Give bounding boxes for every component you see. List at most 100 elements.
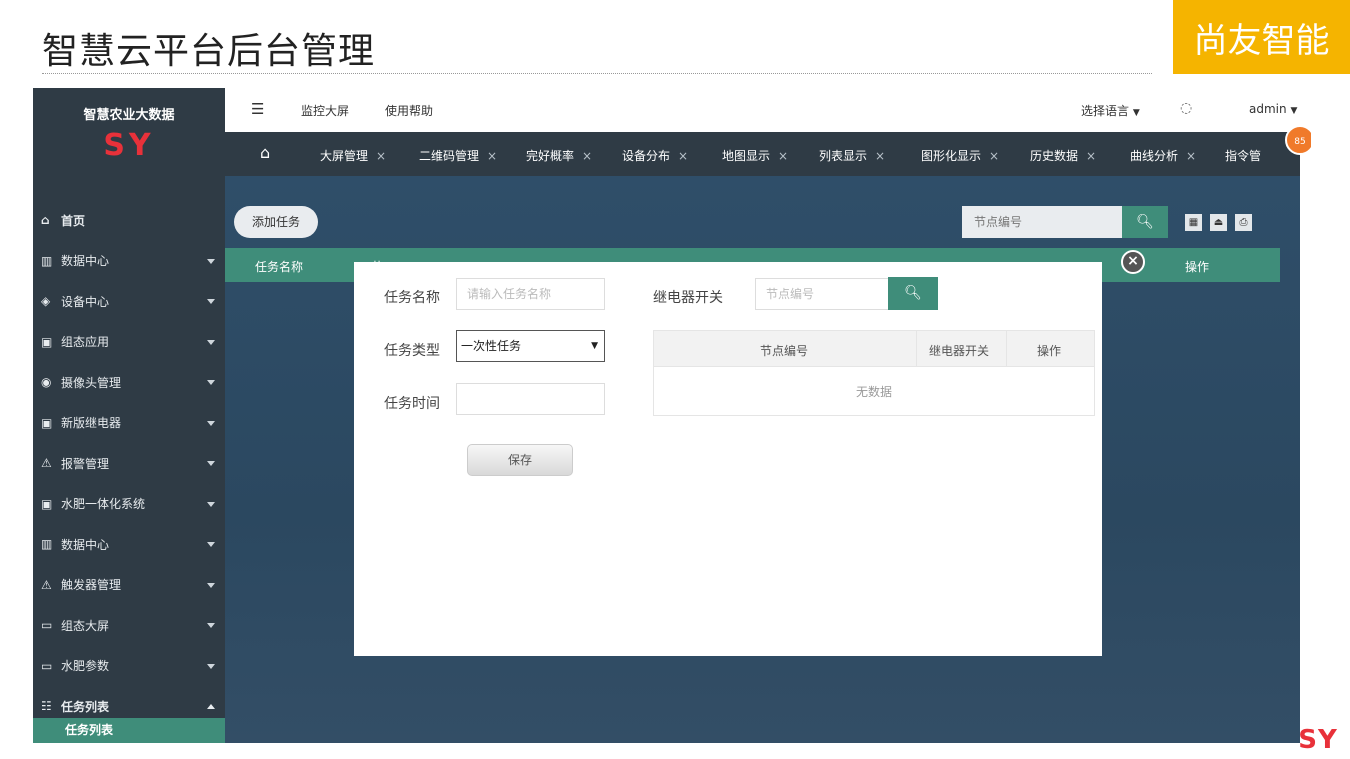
tab[interactable]: 地图显示 ×: [722, 147, 788, 164]
add-task-button[interactable]: 添加任务: [234, 206, 318, 238]
tab-label: 指令管: [1225, 149, 1262, 163]
close-icon[interactable]: ×: [582, 149, 592, 163]
widget-icon: ▣: [41, 496, 53, 511]
chevron-down-icon: ▼: [1290, 106, 1298, 116]
close-icon[interactable]: ×: [1186, 149, 1196, 163]
tab-label: 完好概率: [526, 149, 575, 163]
chevron-down-icon: ▼: [1132, 108, 1140, 118]
node-search-button[interactable]: 🔍︎: [888, 277, 938, 310]
save-button[interactable]: 保存: [467, 444, 573, 476]
svg-text:SY: SY: [103, 131, 154, 159]
title-divider: [42, 73, 1152, 74]
widget-icon: ▣: [41, 334, 53, 349]
empty-state-text: 无数据: [855, 385, 892, 399]
home-tab-icon[interactable]: ⌂: [260, 143, 270, 162]
notification-count: 85: [1294, 137, 1305, 147]
chevron-down-icon: [207, 582, 215, 588]
sidebar-item[interactable]: ▣ 水肥一体化系统: [33, 484, 225, 525]
task-name-input[interactable]: 请输入任务名称: [456, 278, 605, 310]
sidebar-item[interactable]: ▥ 数据中心: [33, 524, 225, 565]
cube-icon: ◈: [41, 294, 51, 309]
export-button[interactable]: ⏏: [1210, 214, 1227, 231]
sidebar-item-label: 数据中心: [61, 537, 110, 552]
sidebar-item-label: 首页: [61, 213, 86, 228]
notification-badge[interactable]: 85: [1283, 120, 1311, 160]
task-type-label: 任务类型: [384, 343, 440, 359]
sidebar-subitem-task-list[interactable]: 任务列表: [33, 718, 225, 743]
sidebar-item-label: 新版继电器: [61, 416, 122, 431]
close-icon[interactable]: ×: [989, 149, 999, 163]
sidebar-item-label: 数据中心: [61, 254, 110, 269]
tab[interactable]: 大屏管理 ×: [320, 147, 386, 164]
dropdown-arrow-icon: ▼: [591, 341, 598, 351]
sidebar-item-label: 组态大屏: [61, 618, 110, 633]
sidebar-item-label: 摄像头管理: [61, 375, 122, 390]
user-name: admin: [1249, 102, 1287, 116]
language-select[interactable]: 选择语言 ▼: [1081, 102, 1140, 119]
close-icon[interactable]: ×: [778, 149, 788, 163]
help-link[interactable]: 使用帮助: [385, 102, 433, 119]
sidebar-item-label: 设备中心: [61, 294, 110, 309]
search-icon: 🔍︎: [1136, 214, 1154, 230]
tab-label: 图形化显示: [921, 149, 982, 163]
sidebar-item-label: 水肥一体化系统: [61, 497, 146, 512]
language-label: 选择语言: [1081, 104, 1130, 118]
chevron-up-icon: [207, 704, 215, 710]
sidebar-item[interactable]: ⚠ 报警管理: [33, 443, 225, 484]
search-button[interactable]: 🔍︎: [1122, 206, 1168, 238]
task-time-label: 任务时间: [384, 396, 440, 412]
tab[interactable]: 历史数据 ×: [1030, 147, 1096, 164]
sidebar-item[interactable]: ◉ 摄像头管理: [33, 362, 225, 403]
sidebar-item[interactable]: ▣ 组态应用: [33, 322, 225, 363]
chevron-down-icon: [207, 339, 215, 345]
close-icon[interactable]: ×: [1121, 250, 1145, 274]
task-type-select[interactable]: 一次性任务 ▼: [456, 330, 605, 362]
task-name-label: 任务名称: [384, 290, 440, 306]
sidebar-menu: ⌂ 首页 ▥ 数据中心 ◈ 设备中心 ▣ 组态应用 ◉ 摄像头管理 ▣ 新版继电器 ⚠ 报警管理 ▣ 水肥一体…: [33, 200, 225, 727]
chevron-down-icon: [207, 663, 215, 669]
print-button[interactable]: ⎙: [1235, 214, 1252, 231]
sidebar-item[interactable]: ◈ 设备中心: [33, 281, 225, 322]
monitor-icon: ▭: [41, 658, 53, 673]
syea-logo: SY: [33, 128, 225, 163]
chevron-down-icon: [207, 420, 215, 426]
sidebar-item[interactable]: ⚠ 触发器管理: [33, 565, 225, 606]
sidebar: 智慧农业大数据 SY ⌂ 首页 ▥ 数据中心 ◈ 设备中心 ▣ 组态应用 ◉ 摄像头管理 ▣ 新版继电…: [33, 88, 225, 743]
monitor-screen-link[interactable]: 监控大屏: [301, 102, 349, 119]
chevron-down-icon: [207, 501, 215, 507]
sidebar-item-label: 报警管理: [61, 456, 110, 471]
chevron-down-icon: [207, 461, 215, 467]
tab[interactable]: 图形化显示 ×: [921, 147, 999, 164]
sidebar-item[interactable]: ▭ 水肥参数: [33, 646, 225, 687]
sidebar-item-label: 组态应用: [61, 335, 110, 350]
grid-view-button[interactable]: ▦: [1185, 214, 1202, 231]
node-search-input[interactable]: 节点编号: [962, 206, 1122, 238]
tab[interactable]: 曲线分析 ×: [1130, 147, 1196, 164]
relay-col-ops: 操作: [1037, 344, 1062, 358]
chart-icon: ▥: [41, 537, 53, 552]
close-icon[interactable]: ×: [1086, 149, 1096, 163]
sidebar-item[interactable]: ▥ 数据中心: [33, 241, 225, 282]
tab[interactable]: 二维码管理 ×: [419, 147, 497, 164]
task-time-input[interactable]: [456, 383, 605, 415]
tab[interactable]: 设备分布 ×: [622, 147, 688, 164]
tab[interactable]: 完好概率 ×: [526, 147, 592, 164]
tab[interactable]: 指令管: [1225, 147, 1261, 164]
tab-label: 列表显示: [819, 149, 868, 163]
close-icon[interactable]: ×: [875, 149, 885, 163]
add-task-modal: 任务名称 请输入任务名称 继电器开关 节点编号 🔍︎ 任务类型 一次性任务 ▼ …: [354, 262, 1102, 656]
sidebar-item[interactable]: ▣ 新版继电器: [33, 403, 225, 444]
sidebar-item[interactable]: ▭ 组态大屏: [33, 605, 225, 646]
chart-icon: ▥: [41, 253, 53, 268]
tab[interactable]: 列表显示 ×: [819, 147, 885, 164]
syea-corner-logo: SY: [1298, 725, 1337, 752]
close-icon[interactable]: ×: [487, 149, 497, 163]
camera-icon: ◉: [41, 375, 52, 390]
node-number-input[interactable]: 节点编号: [755, 278, 889, 310]
sidebar-item[interactable]: ⌂ 首页: [33, 200, 225, 241]
close-icon[interactable]: ×: [376, 149, 386, 163]
user-menu[interactable]: admin ▼: [1249, 102, 1297, 116]
close-icon[interactable]: ×: [678, 149, 688, 163]
palette-icon[interactable]: ◌: [1180, 100, 1192, 116]
menu-toggle-icon[interactable]: ☰: [251, 100, 264, 118]
